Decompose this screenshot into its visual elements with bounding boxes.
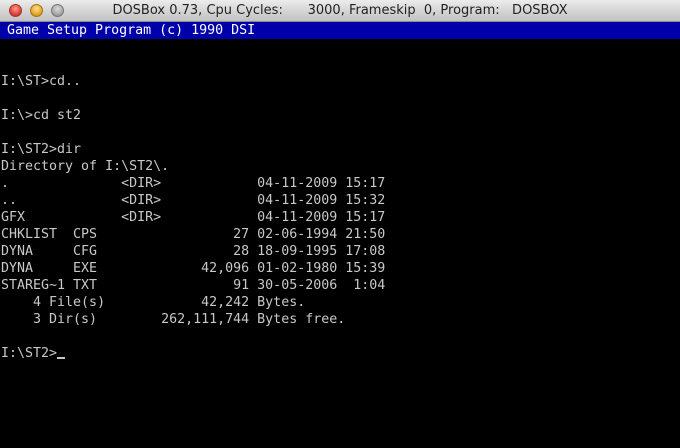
dosbox-window: DOSBox 0.73, Cpu Cycles: 3000, Frameskip… <box>0 0 680 448</box>
dir-listing-row: CHKLIST CPS 27 02-06-1994 21:50 <box>1 227 386 242</box>
dir-listing-row: GFX <DIR> 04-11-2009 15:17 <box>1 210 386 225</box>
console-line: I:\ST>cd.. <box>1 74 82 89</box>
dos-screen[interactable]: Game Setup Program (c) 1990 DSI I:\ST>cd… <box>0 22 680 448</box>
console-output: I:\ST>cd.. I:\>cd st2 I:\ST2>dir Directo… <box>1 56 385 362</box>
dir-listing-row: . <DIR> 04-11-2009 15:17 <box>1 176 386 191</box>
dir-listing-row: DYNA EXE 42,096 01-02-1980 15:39 <box>1 261 386 276</box>
title-bar[interactable]: DOSBox 0.73, Cpu Cycles: 3000, Frameskip… <box>0 0 680 22</box>
console-line: I:\>cd st2 <box>1 108 82 123</box>
console-line: I:\ST2>dir <box>1 142 82 157</box>
text-cursor <box>57 357 66 359</box>
dir-summary-dirs: 3 Dir(s) 262,111,744 Bytes free. <box>1 312 346 327</box>
window-title: DOSBox 0.73, Cpu Cycles: 3000, Frameskip… <box>112 3 568 18</box>
command-prompt-line[interactable]: I:\ST2> <box>1 345 385 362</box>
dir-summary-files: 4 File(s) 42,242 Bytes. <box>1 295 306 310</box>
dir-listing-row: DYNA CFG 28 18-09-1995 17:08 <box>1 244 386 259</box>
dir-listing-row: .. <DIR> 04-11-2009 15:32 <box>1 193 386 208</box>
dir-listing-row: STAREG~1 TXT 91 30-05-2006 1:04 <box>1 278 386 293</box>
command-prompt: I:\ST2> <box>1 346 58 361</box>
game-setup-banner: Game Setup Program (c) 1990 DSI <box>0 22 680 39</box>
console-line: Directory of I:\ST2\. <box>1 159 170 174</box>
